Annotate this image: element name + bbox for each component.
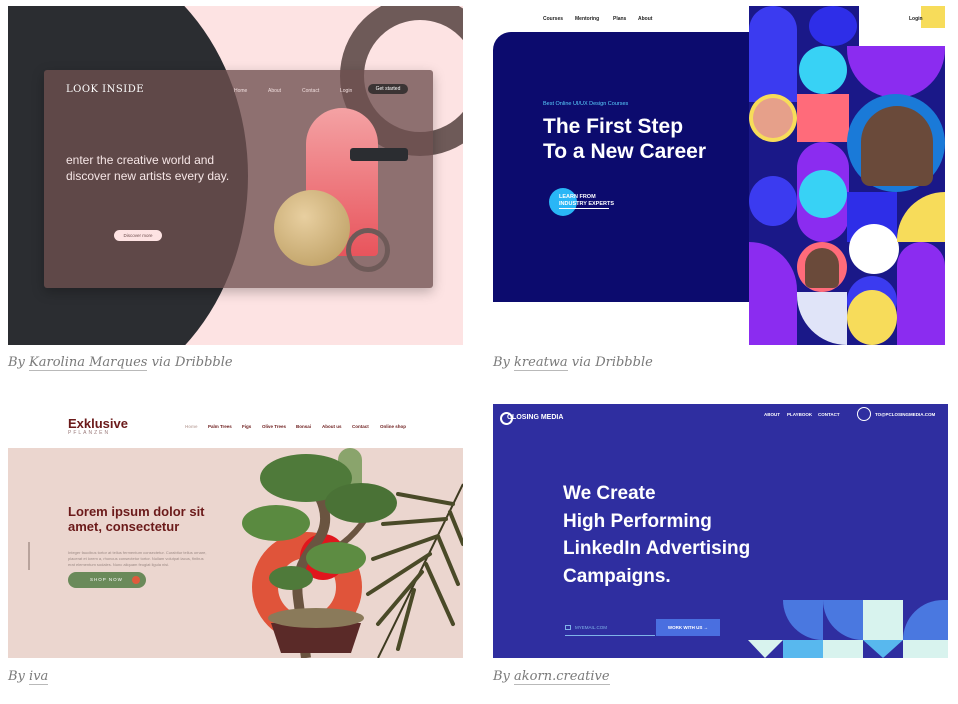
nav-link-about[interactable]: About bbox=[638, 16, 652, 22]
gallery-card-look-inside[interactable]: LOOK INSIDE Home About Contact Login Get… bbox=[8, 6, 463, 345]
caption-card-4: By akorn.creative bbox=[493, 669, 610, 685]
nav-link-online-shop[interactable]: Online shop bbox=[380, 424, 406, 429]
author-link[interactable]: iva bbox=[29, 669, 49, 685]
email-link[interactable]: TO@PCLOSINGMEDIA.COM bbox=[875, 412, 935, 417]
underline bbox=[559, 208, 609, 209]
email-input[interactable]: MYEMAIL.COM bbox=[575, 625, 607, 630]
hero-heading: We Create High Performing LinkedIn Adver… bbox=[563, 483, 751, 587]
gallery-card-first-step[interactable]: Courses Mentoring Plans About Login Best… bbox=[493, 6, 945, 345]
brand-logo: LOOK INSIDE bbox=[66, 84, 145, 95]
envelope-icon bbox=[565, 625, 571, 630]
geometric-pattern bbox=[748, 600, 948, 658]
palm-leaf-icon bbox=[366, 483, 463, 658]
author-link[interactable]: akorn.creative bbox=[514, 669, 610, 685]
discover-more-button[interactable]: Discover more bbox=[114, 230, 162, 241]
geometric-pattern bbox=[749, 6, 945, 345]
nav-link-contact[interactable]: CONTACT bbox=[818, 412, 840, 417]
nav-link-login[interactable]: Login bbox=[340, 88, 352, 94]
hero-heading: Lorem ipsum dolor sit amet, consectetur bbox=[68, 504, 205, 534]
nav-link-plans[interactable]: Plans bbox=[613, 16, 626, 22]
nav-link-about[interactable]: ABOUT bbox=[764, 412, 780, 417]
author-link[interactable]: Karolina Marques bbox=[29, 355, 148, 371]
caption-card-3: By iva bbox=[8, 669, 49, 685]
get-started-button[interactable]: Get started bbox=[368, 84, 408, 94]
nav-link-palm-trees[interactable]: Palm Trees bbox=[208, 424, 232, 429]
nav-link-home[interactable]: Home bbox=[185, 424, 198, 429]
work-with-us-button[interactable]: WORK WITH US → bbox=[656, 619, 720, 636]
small-ring-shape bbox=[346, 228, 390, 272]
nav-link-contact[interactable]: Contact bbox=[352, 424, 369, 429]
input-underline bbox=[565, 635, 655, 636]
eyebrow-text: Best Online UI/UX Design Courses bbox=[543, 101, 629, 107]
brand-logo: CLOSING MEDIA bbox=[507, 414, 564, 421]
author-link[interactable]: kreatwa bbox=[514, 355, 568, 371]
dark-bar-shape bbox=[350, 148, 408, 161]
nav-link-contact[interactable]: Contact bbox=[302, 88, 319, 94]
gallery-card-exklusive[interactable]: Exklusive PFLANZEN Home Palm Trees Figs … bbox=[8, 404, 463, 658]
gallery-card-closing-media[interactable]: CLOSING MEDIA ABOUT PLAYBOOK CONTACT TO@… bbox=[493, 404, 948, 658]
nav-link-figs[interactable]: Figs bbox=[242, 424, 251, 429]
learn-cta[interactable]: LEARN FROM INDUSTRY EXPERTS bbox=[559, 194, 614, 208]
brand-logo: Exklusive bbox=[68, 416, 128, 431]
nav-link-mentoring[interactable]: Mentoring bbox=[575, 16, 599, 22]
brand-subtitle: PFLANZEN bbox=[68, 430, 111, 436]
nav-link-playbook[interactable]: PLAYBOOK bbox=[787, 412, 812, 417]
gold-sphere-shape bbox=[274, 190, 350, 266]
cart-icon bbox=[132, 576, 140, 584]
nav-link-about[interactable]: About bbox=[268, 88, 281, 94]
login-link[interactable]: Login bbox=[909, 16, 923, 22]
nav-link-courses[interactable]: Courses bbox=[543, 16, 563, 22]
hero-heading: The First Step To a New Career bbox=[543, 115, 707, 163]
hero-body: Integer faucibus tortor at tellus fermen… bbox=[68, 550, 207, 567]
mail-icon[interactable] bbox=[857, 407, 871, 421]
caption-card-2: By kreatwa via Dribbble bbox=[493, 355, 653, 371]
nav-link-olive-trees[interactable]: Olive Trees bbox=[262, 424, 286, 429]
hero-text: enter the creative world and discover ne… bbox=[66, 153, 230, 183]
nav-link-bonsai[interactable]: Bonsai bbox=[296, 424, 311, 429]
nav-link-about-us[interactable]: About us bbox=[322, 424, 342, 429]
nav-link-home[interactable]: Home bbox=[234, 88, 247, 94]
scroll-indicator bbox=[28, 542, 30, 570]
hero-panel bbox=[493, 32, 793, 302]
caption-card-1: By Karolina Marques via Dribbble bbox=[8, 355, 233, 371]
